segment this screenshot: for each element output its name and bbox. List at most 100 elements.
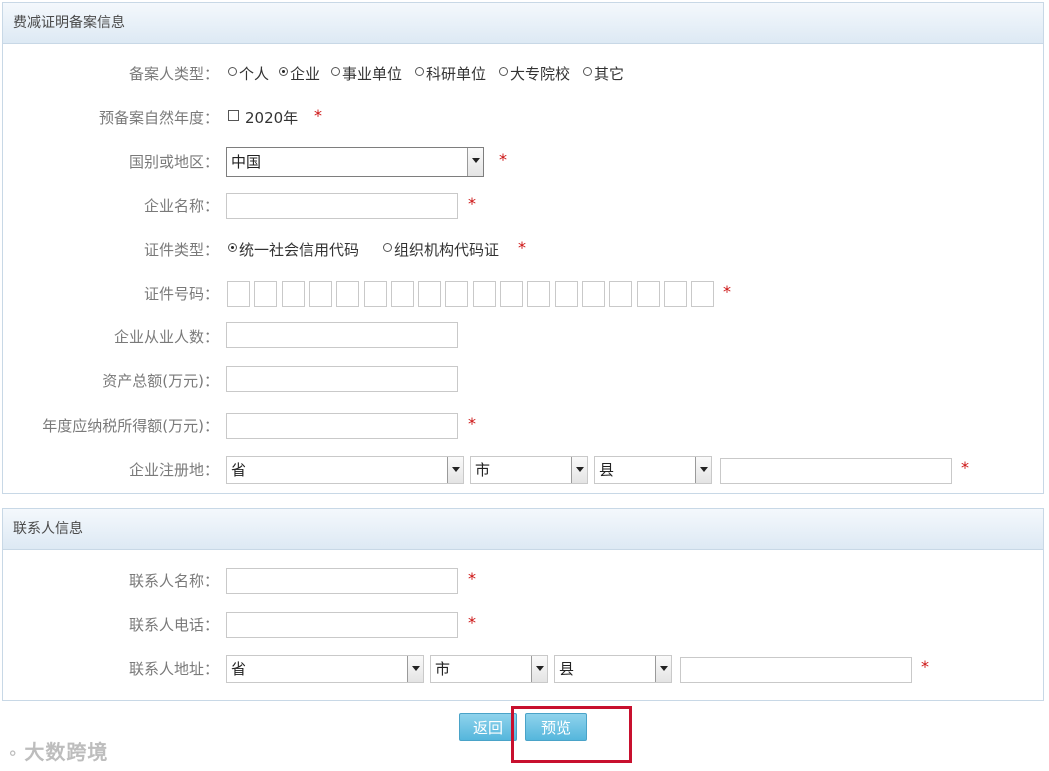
cert-number-cell[interactable] [691, 281, 715, 307]
required-mark: * [314, 106, 322, 125]
country-select[interactable]: 中国 [226, 147, 484, 177]
radio-icon [383, 243, 392, 252]
contact-province-select[interactable]: 省 [226, 655, 424, 683]
annual-tax-row: 年度应纳税所得额(万元)： * [0, 410, 1049, 442]
company-name-input[interactable] [226, 193, 458, 219]
cert-number-cell[interactable] [308, 281, 332, 307]
contact-name-row: 联系人名称： * [0, 565, 1049, 597]
total-assets-input[interactable] [226, 366, 458, 392]
contact-phone-label: 联系人电话： [128, 616, 219, 634]
required-mark: * [468, 414, 476, 433]
chevron-down-icon[interactable] [531, 656, 547, 682]
required-mark: * [961, 458, 969, 477]
section-title: 费减证明备案信息 [3, 3, 1043, 44]
company-name-row: 企业名称： * [0, 190, 1049, 222]
total-assets-label: 资产总额(万元)： [102, 372, 219, 390]
contact-address-label: 联系人地址： [128, 660, 219, 678]
radio-college[interactable]: 大专院校 [499, 58, 570, 90]
cert-number-cell[interactable] [609, 281, 633, 307]
radio-org-code[interactable]: 组织机构代码证 [383, 234, 499, 266]
required-mark: * [468, 613, 476, 632]
cert-number-cell[interactable] [363, 281, 387, 307]
chevron-down-icon[interactable] [695, 457, 711, 483]
watermark: ⚬ 大数跨境 [6, 740, 109, 764]
cert-number-cell[interactable] [281, 281, 305, 307]
radio-research-institution[interactable]: 科研单位 [415, 58, 486, 90]
cert-number-cells [0, 278, 1049, 310]
employees-row: 企业从业人数： [0, 321, 1049, 353]
chevron-down-icon[interactable] [571, 457, 587, 483]
contact-name-label: 联系人名称： [128, 572, 219, 590]
cert-number-cell[interactable] [554, 281, 578, 307]
radio-enterprise[interactable]: 企业 [279, 58, 320, 90]
year-checkbox[interactable]: 2020年 [228, 102, 298, 134]
registrant-type-row: 备案人类型： 个人 企业 事业单位 科研单位 大专院校 其它 [0, 58, 1049, 90]
cert-number-cell[interactable] [254, 281, 278, 307]
required-mark: * [499, 150, 507, 169]
required-mark: * [468, 194, 476, 213]
cert-number-cell[interactable] [227, 281, 250, 307]
radio-icon [499, 67, 508, 76]
registered-address-label: 企业注册地： [128, 461, 219, 479]
required-mark: * [723, 282, 731, 301]
cert-number-cell[interactable] [527, 281, 551, 307]
cert-number-row: 证件号码： * [0, 278, 1049, 310]
annual-tax-label: 年度应纳税所得额(万元)： [42, 417, 219, 435]
province-select[interactable]: 省 [226, 456, 464, 484]
chevron-down-icon[interactable] [407, 656, 423, 682]
company-name-label: 企业名称： [143, 197, 219, 215]
cert-number-cell[interactable] [581, 281, 605, 307]
pre-record-year-row: 预备案自然年度： 2020年 * [0, 102, 1049, 134]
chevron-down-icon[interactable] [447, 457, 463, 483]
address-detail-input[interactable] [720, 458, 952, 484]
contact-phone-row: 联系人电话： * [0, 609, 1049, 641]
radio-public-institution[interactable]: 事业单位 [331, 58, 402, 90]
radio-icon [228, 67, 237, 76]
country-row: 国别或地区： 中国 * [0, 146, 1049, 178]
chevron-down-icon[interactable] [467, 148, 483, 176]
cert-number-cell[interactable] [636, 281, 660, 307]
cert-number-cell[interactable] [472, 281, 496, 307]
employees-input[interactable] [226, 322, 458, 348]
country-label: 国别或地区： [128, 153, 219, 171]
chevron-down-icon[interactable] [655, 656, 671, 682]
cert-number-cell[interactable] [390, 281, 414, 307]
cert-number-cell[interactable] [336, 281, 360, 307]
required-mark: * [518, 238, 526, 257]
registered-address-row: 企业注册地： 省 市 县 * [0, 454, 1049, 486]
radio-other[interactable]: 其它 [583, 58, 624, 90]
contact-phone-input[interactable] [226, 612, 458, 638]
cert-number-cell[interactable] [418, 281, 442, 307]
radio-individual[interactable]: 个人 [228, 58, 269, 90]
weibo-icon: ⚬ [6, 744, 21, 763]
annual-tax-input[interactable] [226, 413, 458, 439]
pre-record-year-label: 预备案自然年度： [98, 109, 219, 127]
required-mark: * [468, 569, 476, 588]
cert-type-row: 证件类型： 统一社会信用代码 组织机构代码证 * [0, 234, 1049, 266]
cert-number-cell[interactable] [663, 281, 687, 307]
county-select[interactable]: 县 [594, 456, 712, 484]
contact-county-select[interactable]: 县 [554, 655, 672, 683]
total-assets-row: 资产总额(万元)： [0, 365, 1049, 397]
contact-name-input[interactable] [226, 568, 458, 594]
employees-label: 企业从业人数： [113, 328, 219, 346]
cert-number-cell[interactable] [500, 281, 523, 307]
back-button[interactable]: 返回 [459, 713, 517, 741]
registrant-type-label: 备案人类型： [128, 65, 219, 83]
city-select[interactable]: 市 [470, 456, 588, 484]
cert-type-label: 证件类型： [143, 241, 219, 259]
contact-address-row: 联系人地址： 省 市 县 * [0, 653, 1049, 685]
radio-icon [583, 67, 592, 76]
section-title: 联系人信息 [3, 509, 1043, 550]
contact-address-detail-input[interactable] [680, 657, 912, 683]
contact-city-select[interactable]: 市 [430, 655, 548, 683]
cert-number-cell[interactable] [445, 281, 469, 307]
radio-selected-icon [228, 243, 237, 252]
radio-icon [415, 67, 424, 76]
radio-selected-icon [279, 67, 288, 76]
preview-highlight-box [511, 706, 632, 763]
radio-icon [331, 67, 340, 76]
required-mark: * [921, 657, 929, 676]
checkbox-icon [228, 110, 239, 121]
radio-credit-code[interactable]: 统一社会信用代码 [228, 234, 359, 266]
